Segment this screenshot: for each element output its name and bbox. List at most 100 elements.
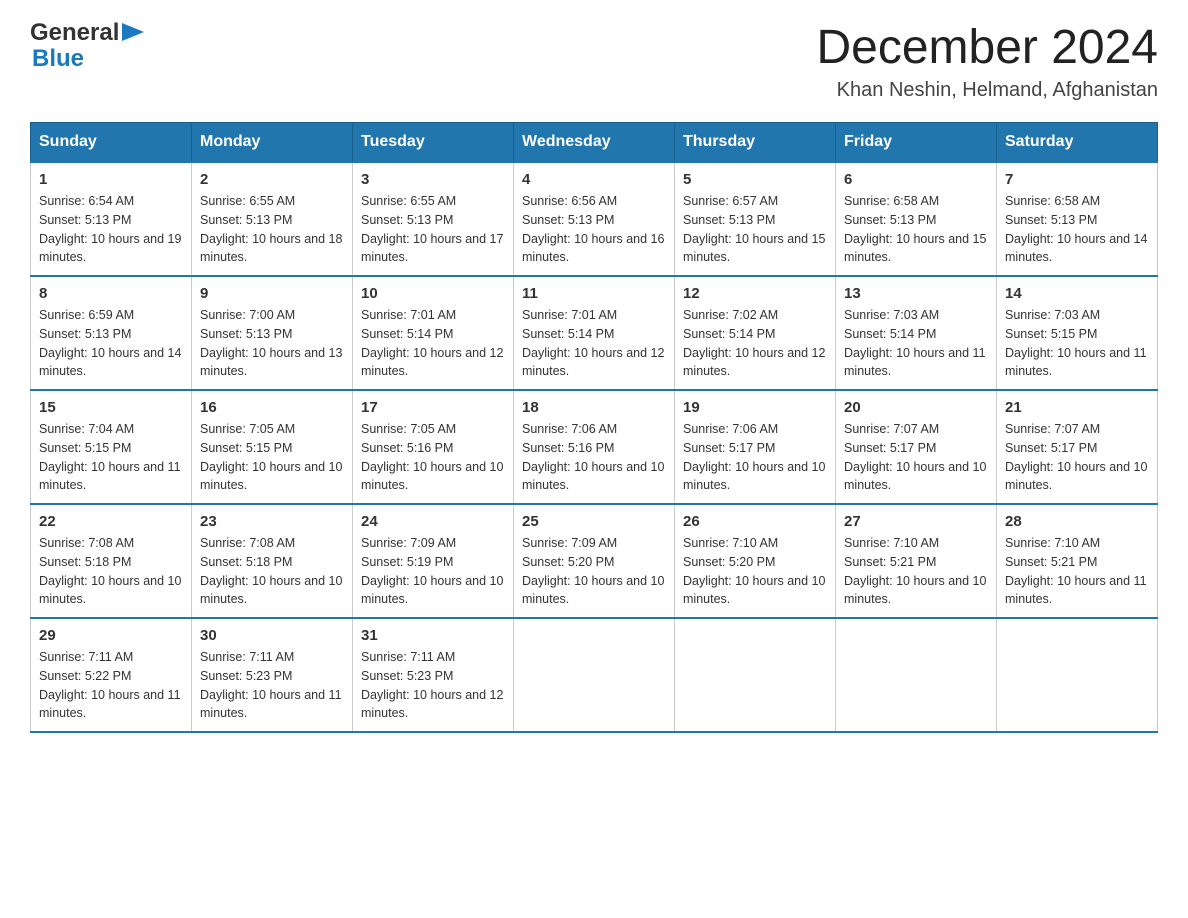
day-number: 30 [200, 627, 344, 644]
calendar-week-1: 1 Sunrise: 6:54 AMSunset: 5:13 PMDaylight… [31, 162, 1158, 276]
day-number: 29 [39, 627, 183, 644]
calendar-cell [675, 618, 836, 732]
day-info: Sunrise: 7:03 AMSunset: 5:14 PMDaylight:… [844, 306, 988, 381]
calendar-week-5: 29Sunrise: 7:11 AMSunset: 5:22 PMDayligh… [31, 618, 1158, 732]
calendar-cell: 3Sunrise: 6:55 AMSunset: 5:13 PMDaylight… [353, 162, 514, 276]
logo: General Blue [30, 20, 144, 73]
calendar-cell: 30 Sunrise: 7:11 AMSunset: 5:23 PMDayligh… [192, 618, 353, 732]
calendar-cell: 7 Sunrise: 6:58 AMSunset: 5:13 PMDaylight… [997, 162, 1158, 276]
calendar-cell: 21Sunrise: 7:07 AMSunset: 5:17 PMDayligh… [997, 390, 1158, 504]
calendar-cell: 28Sunrise: 7:10 AMSunset: 5:21 PMDayligh… [997, 504, 1158, 618]
header-saturday: Saturday [997, 123, 1158, 163]
day-number: 27 [844, 513, 988, 530]
calendar-week-3: 15 Sunrise: 7:04 AMSunset: 5:15 PMDayligh… [31, 390, 1158, 504]
calendar-cell [997, 618, 1158, 732]
calendar-cell: 29Sunrise: 7:11 AMSunset: 5:22 PMDayligh… [31, 618, 192, 732]
day-info: Sunrise: 7:00 AMSunset: 5:13 PMDaylight:… [200, 306, 344, 381]
day-info: Sunrise: 7:10 AMSunset: 5:21 PMDaylight:… [844, 534, 988, 609]
calendar-cell: 13 Sunrise: 7:03 AMSunset: 5:14 PMDayligh… [836, 276, 997, 390]
day-number: 15 [39, 399, 183, 416]
calendar-cell [836, 618, 997, 732]
day-number: 20 [844, 399, 988, 416]
day-number: 16 [200, 399, 344, 416]
calendar-cell: 10Sunrise: 7:01 AMSunset: 5:14 PMDayligh… [353, 276, 514, 390]
calendar-cell: 9 Sunrise: 7:00 AMSunset: 5:13 PMDaylight… [192, 276, 353, 390]
day-number: 23 [200, 513, 344, 530]
day-number: 3 [361, 171, 505, 188]
day-number: 12 [683, 285, 827, 302]
day-number: 17 [361, 399, 505, 416]
day-info: Sunrise: 6:58 AMSunset: 5:13 PMDaylight:… [1005, 192, 1149, 267]
calendar-cell: 17 Sunrise: 7:05 AMSunset: 5:16 PMDayligh… [353, 390, 514, 504]
day-info: Sunrise: 7:09 AMSunset: 5:20 PMDaylight:… [522, 534, 666, 609]
calendar-cell: 8Sunrise: 6:59 AMSunset: 5:13 PMDaylight… [31, 276, 192, 390]
day-info: Sunrise: 6:54 AMSunset: 5:13 PMDaylight:… [39, 192, 183, 267]
day-number: 18 [522, 399, 666, 416]
day-info: Sunrise: 7:08 AMSunset: 5:18 PMDaylight:… [39, 534, 183, 609]
logo-blue-text: Blue [32, 46, 144, 72]
day-number: 13 [844, 285, 988, 302]
day-number: 11 [522, 285, 666, 302]
day-info: Sunrise: 6:56 AMSunset: 5:13 PMDaylight:… [522, 192, 666, 267]
day-number: 25 [522, 513, 666, 530]
calendar-cell: 14 Sunrise: 7:03 AMSunset: 5:15 PMDayligh… [997, 276, 1158, 390]
day-info: Sunrise: 7:09 AMSunset: 5:19 PMDaylight:… [361, 534, 505, 609]
day-info: Sunrise: 7:05 AMSunset: 5:16 PMDaylight:… [361, 420, 505, 495]
day-number: 1 [39, 171, 183, 188]
calendar-cell: 25 Sunrise: 7:09 AMSunset: 5:20 PMDayligh… [514, 504, 675, 618]
day-number: 5 [683, 171, 827, 188]
calendar-header-row: SundayMondayTuesdayWednesdayThursdayFrid… [31, 123, 1158, 163]
logo-arrow-icon [122, 23, 144, 41]
day-number: 31 [361, 627, 505, 644]
day-info: Sunrise: 7:02 AMSunset: 5:14 PMDaylight:… [683, 306, 827, 381]
day-number: 9 [200, 285, 344, 302]
calendar-cell: 19Sunrise: 7:06 AMSunset: 5:17 PMDayligh… [675, 390, 836, 504]
page-header: General Blue December 2024 Khan Neshin, … [30, 20, 1158, 102]
day-info: Sunrise: 7:01 AMSunset: 5:14 PMDaylight:… [522, 306, 666, 381]
day-number: 2 [200, 171, 344, 188]
main-title: December 2024 [816, 20, 1158, 75]
day-info: Sunrise: 7:03 AMSunset: 5:15 PMDaylight:… [1005, 306, 1149, 381]
day-number: 6 [844, 171, 988, 188]
calendar-cell: 5Sunrise: 6:57 AMSunset: 5:13 PMDaylight… [675, 162, 836, 276]
day-number: 8 [39, 285, 183, 302]
header-thursday: Thursday [675, 123, 836, 163]
day-number: 28 [1005, 513, 1149, 530]
calendar-cell: 20Sunrise: 7:07 AMSunset: 5:17 PMDayligh… [836, 390, 997, 504]
day-number: 7 [1005, 171, 1149, 188]
day-info: Sunrise: 7:11 AMSunset: 5:23 PMDaylight:… [200, 648, 344, 723]
day-info: Sunrise: 7:05 AMSunset: 5:15 PMDaylight:… [200, 420, 344, 495]
day-number: 14 [1005, 285, 1149, 302]
day-info: Sunrise: 7:11 AMSunset: 5:23 PMDaylight:… [361, 648, 505, 723]
header-wednesday: Wednesday [514, 123, 675, 163]
day-number: 4 [522, 171, 666, 188]
calendar-cell: 12 Sunrise: 7:02 AMSunset: 5:14 PMDayligh… [675, 276, 836, 390]
logo-general-text: General [30, 20, 119, 46]
calendar-cell: 18 Sunrise: 7:06 AMSunset: 5:16 PMDayligh… [514, 390, 675, 504]
calendar-cell: 11 Sunrise: 7:01 AMSunset: 5:14 PMDayligh… [514, 276, 675, 390]
calendar-cell: 27 Sunrise: 7:10 AMSunset: 5:21 PMDayligh… [836, 504, 997, 618]
day-number: 19 [683, 399, 827, 416]
calendar-week-2: 8Sunrise: 6:59 AMSunset: 5:13 PMDaylight… [31, 276, 1158, 390]
day-info: Sunrise: 7:06 AMSunset: 5:16 PMDaylight:… [522, 420, 666, 495]
day-info: Sunrise: 6:58 AMSunset: 5:13 PMDaylight:… [844, 192, 988, 267]
calendar-cell: 1 Sunrise: 6:54 AMSunset: 5:13 PMDaylight… [31, 162, 192, 276]
subtitle: Khan Neshin, Helmand, Afghanistan [816, 79, 1158, 102]
calendar-cell: 6 Sunrise: 6:58 AMSunset: 5:13 PMDaylight… [836, 162, 997, 276]
day-info: Sunrise: 6:55 AMSunset: 5:13 PMDaylight:… [200, 192, 344, 267]
calendar-cell: 4 Sunrise: 6:56 AMSunset: 5:13 PMDaylight… [514, 162, 675, 276]
calendar-cell: 22 Sunrise: 7:08 AMSunset: 5:18 PMDayligh… [31, 504, 192, 618]
header-friday: Friday [836, 123, 997, 163]
day-info: Sunrise: 7:10 AMSunset: 5:20 PMDaylight:… [683, 534, 827, 609]
day-info: Sunrise: 7:04 AMSunset: 5:15 PMDaylight:… [39, 420, 183, 495]
day-number: 22 [39, 513, 183, 530]
calendar-cell: 26Sunrise: 7:10 AMSunset: 5:20 PMDayligh… [675, 504, 836, 618]
day-number: 24 [361, 513, 505, 530]
header-monday: Monday [192, 123, 353, 163]
day-info: Sunrise: 7:01 AMSunset: 5:14 PMDaylight:… [361, 306, 505, 381]
title-section: December 2024 Khan Neshin, Helmand, Afgh… [816, 20, 1158, 102]
calendar-cell [514, 618, 675, 732]
day-info: Sunrise: 7:08 AMSunset: 5:18 PMDaylight:… [200, 534, 344, 609]
calendar-cell: 24 Sunrise: 7:09 AMSunset: 5:19 PMDayligh… [353, 504, 514, 618]
calendar-cell: 15 Sunrise: 7:04 AMSunset: 5:15 PMDayligh… [31, 390, 192, 504]
